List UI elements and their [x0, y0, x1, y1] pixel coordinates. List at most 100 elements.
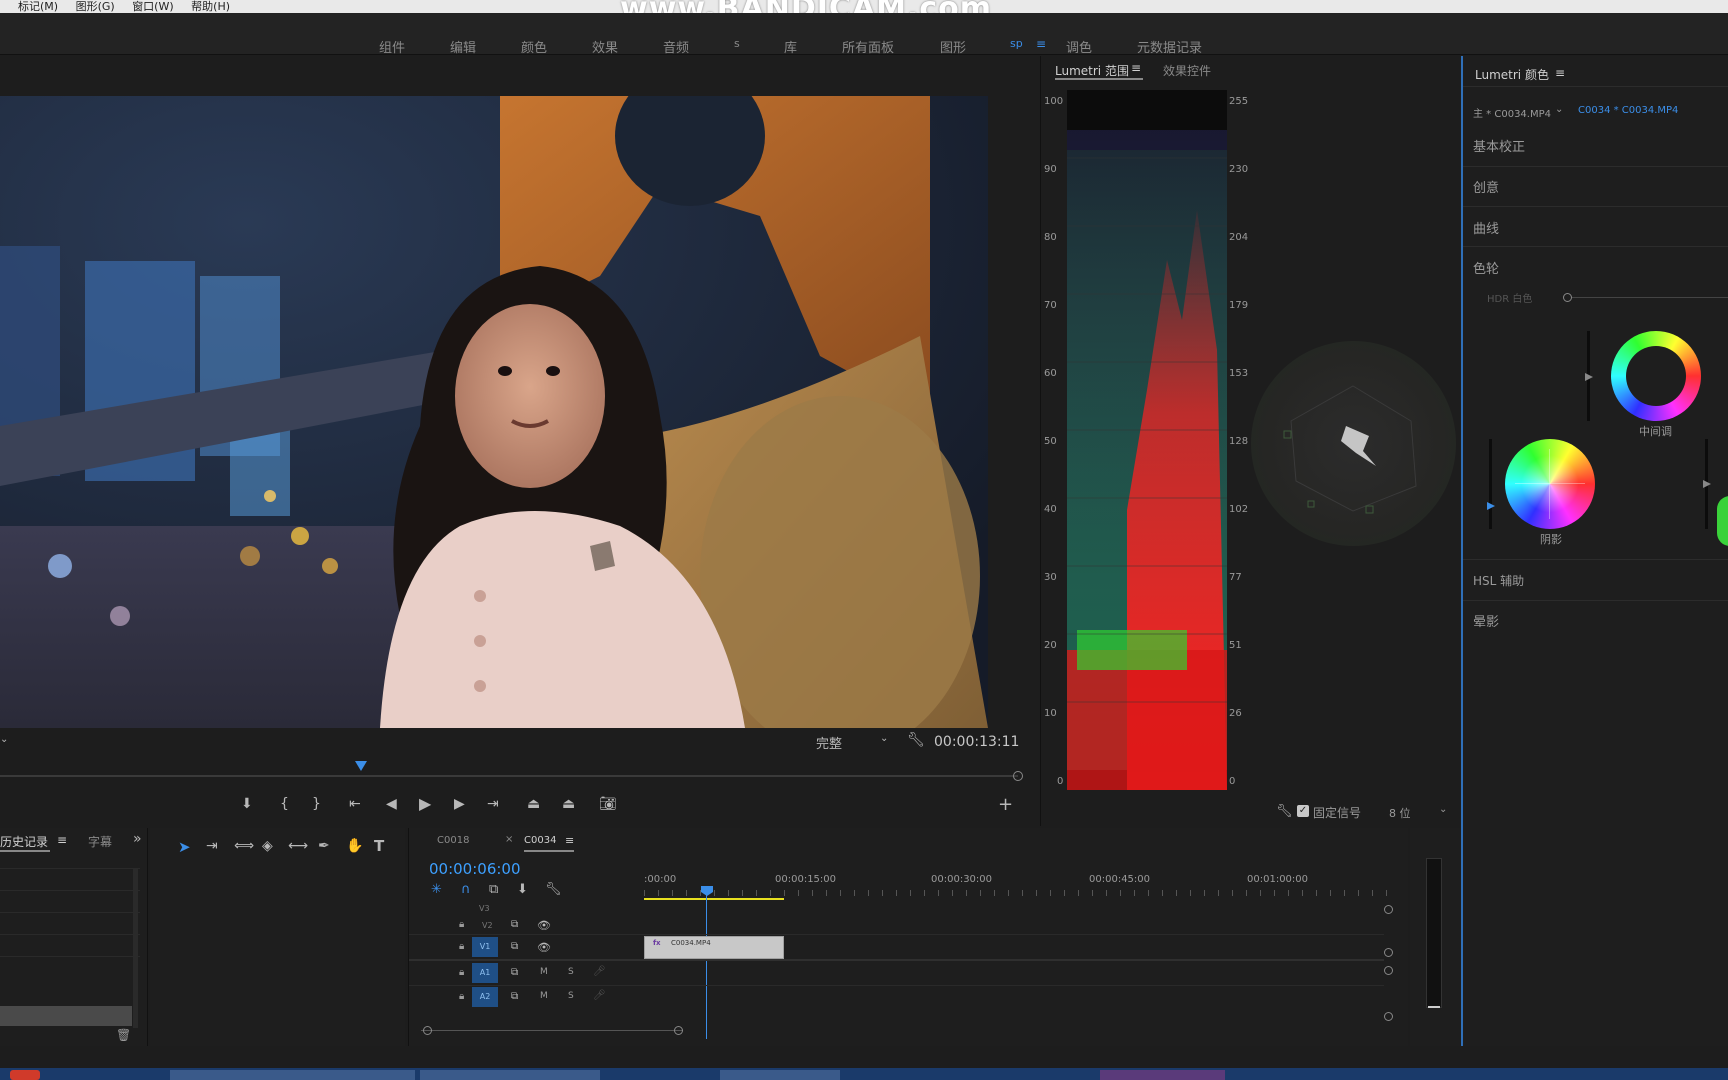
ripple-edit-tool-icon[interactable]: ⟺ [234, 838, 254, 854]
track-eye-icon[interactable]: 👁︎ [537, 941, 551, 954]
section-color-wheels[interactable]: 色轮 [1473, 258, 1499, 277]
workspace-tab-editing[interactable]: 编辑 [450, 37, 476, 56]
pen-tool-icon[interactable]: ✒ [318, 838, 330, 854]
taskbar-app-button[interactable] [420, 1070, 600, 1080]
playback-scrubber[interactable] [0, 775, 1018, 777]
type-tool-icon[interactable]: T [374, 837, 384, 855]
go-to-out-icon[interactable]: ⇥ [487, 796, 499, 812]
taskbar-app-button[interactable] [170, 1070, 415, 1080]
program-timecode[interactable]: 00:00:13:11 [934, 734, 1019, 750]
track-scroll-handle[interactable] [1384, 905, 1393, 914]
extract-icon[interactable]: ⏏ [562, 796, 575, 812]
workspace-tab-s[interactable]: s [734, 37, 740, 50]
lift-icon[interactable]: ⏏ [527, 796, 540, 812]
taskbar-app-button[interactable] [720, 1070, 840, 1080]
track-target-v1[interactable]: V1 [472, 937, 498, 957]
section-basic-correction[interactable]: 基本校正 [1473, 136, 1525, 155]
menu-marker[interactable]: 标记(M) [18, 0, 58, 13]
export-frame-icon[interactable]: 📷︎ [599, 796, 617, 812]
fit-dropdown[interactable]: 完整 [816, 733, 842, 752]
voiceover-mic-icon[interactable]: 🎤︎ [593, 966, 606, 977]
program-monitor-video[interactable] [0, 96, 988, 728]
workspace-tab-color[interactable]: 颜色 [521, 37, 547, 56]
add-marker-icon[interactable]: ⬇ [517, 882, 528, 897]
track-scroll-handle[interactable] [1384, 966, 1393, 975]
track-lock-icon[interactable]: 🔒︎ [459, 919, 464, 930]
history-scrollbar[interactable] [133, 868, 138, 1028]
voiceover-mic-icon[interactable]: 🎤︎ [593, 990, 606, 1001]
sync-lock-icon[interactable]: ⧉ [511, 941, 518, 952]
master-clip-label[interactable]: 主 * C0034.MP4 [1473, 105, 1551, 120]
track-target-a1[interactable]: A1 [472, 963, 498, 983]
clamp-signal-checkbox[interactable]: ✓ [1297, 805, 1309, 817]
zoom-bar-right-handle[interactable] [674, 1026, 683, 1035]
sequence-clip-label[interactable]: C0034 * C0034.MP4 [1578, 105, 1678, 116]
workspace-tab-libraries[interactable]: 库 [784, 37, 797, 56]
scopes-menu-icon[interactable]: ≡ [1131, 61, 1141, 75]
linked-selection-icon[interactable]: ⧉ [489, 882, 498, 897]
mark-out-icon[interactable]: } [312, 796, 321, 812]
step-back-icon[interactable]: ◀ [386, 796, 397, 812]
sync-lock-icon[interactable]: ⧉ [511, 919, 518, 930]
scope-settings-wrench-icon[interactable]: 🔧︎ [1276, 804, 1293, 819]
add-marker-icon[interactable]: ⬇ [241, 796, 253, 812]
menu-help[interactable]: 帮助(H) [191, 0, 230, 13]
zoom-dropdown-icon[interactable]: ⌄ [0, 734, 8, 745]
bit-depth-dropdown[interactable]: 8 位 [1389, 805, 1411, 821]
mute-button[interactable]: M [540, 967, 548, 977]
shadows-slider[interactable] [1489, 439, 1492, 529]
step-forward-icon[interactable]: ▶ [454, 796, 465, 812]
play-icon[interactable]: ▶ [419, 794, 431, 813]
tab-sequence-c0034[interactable]: C0034 [524, 835, 556, 846]
mark-in-icon[interactable]: { [280, 796, 289, 812]
slip-tool-icon[interactable]: ⟷ [288, 838, 308, 854]
playhead-marker[interactable] [355, 761, 367, 771]
timeline-settings-icon[interactable]: 🔧︎ [545, 882, 562, 897]
track-target-a2[interactable]: A2 [472, 987, 498, 1007]
midtones-color-wheel[interactable] [1611, 331, 1701, 421]
add-button-icon[interactable]: + [998, 794, 1013, 815]
zoom-bar-left-handle[interactable] [423, 1026, 432, 1035]
razor-tool-icon[interactable]: ◈ [262, 838, 273, 854]
section-curves[interactable]: 曲线 [1473, 218, 1499, 237]
fit-chevron-icon[interactable]: ⌄ [880, 733, 888, 744]
shadows-color-wheel[interactable] [1505, 439, 1595, 529]
work-area-bar[interactable] [644, 898, 784, 900]
workspace-tab-audio[interactable]: 音频 [663, 37, 689, 56]
scrubber-end-handle[interactable] [1013, 771, 1023, 781]
go-to-in-icon[interactable]: ⇤ [349, 796, 361, 812]
workspace-tab-graphics[interactable]: 图形 [940, 37, 966, 56]
tab-effect-controls[interactable]: 效果控件 [1163, 62, 1211, 79]
menu-window[interactable]: 窗口(W) [132, 0, 173, 13]
ruler-ticks[interactable] [644, 890, 1389, 896]
hdr-white-slider[interactable] [1565, 297, 1728, 298]
highlights-color-wheel[interactable] [1717, 496, 1728, 546]
close-tab-icon[interactable]: × [505, 834, 513, 845]
mute-button[interactable]: M [540, 991, 548, 1001]
taskbar-start-icon[interactable] [10, 1070, 40, 1080]
selection-tool-icon[interactable]: ➤ [178, 838, 191, 856]
nest-toggle-icon[interactable]: ✳ [431, 882, 442, 897]
solo-button[interactable]: S [568, 991, 574, 1001]
timeline-current-time[interactable]: 00:00:06:00 [429, 860, 521, 878]
hdr-white-slider-handle[interactable] [1563, 293, 1572, 302]
panel-overflow-icon[interactable]: » [133, 831, 142, 847]
bit-depth-chevron-icon[interactable]: ⌄ [1439, 804, 1447, 815]
section-vignette[interactable]: 晕影 [1473, 611, 1499, 630]
lumetri-menu-icon[interactable]: ≡ [1555, 66, 1565, 80]
tab-sequence-c0018[interactable]: C0018 [437, 835, 469, 846]
sync-lock-icon[interactable]: ⧉ [511, 991, 518, 1002]
workspace-tab-sp[interactable]: sp [1010, 37, 1023, 50]
tab-captions[interactable]: 字幕 [88, 833, 112, 850]
workspace-tab-grading[interactable]: 调色 [1066, 37, 1092, 56]
solo-button[interactable]: S [568, 967, 574, 977]
section-creative[interactable]: 创意 [1473, 177, 1499, 196]
sync-lock-icon[interactable]: ⧉ [511, 967, 518, 978]
settings-wrench-icon[interactable]: 🔧︎ [907, 732, 925, 748]
track-lock-icon[interactable]: 🔒︎ [459, 967, 464, 978]
track-select-tool-icon[interactable]: ⇥ [206, 838, 218, 854]
track-eye-icon[interactable]: 👁︎ [537, 919, 551, 932]
track-scroll-handle[interactable] [1384, 1012, 1393, 1021]
lumetri-color-title[interactable]: Lumetri 颜色 [1475, 66, 1549, 83]
history-menu-icon[interactable]: ≡ [57, 833, 67, 847]
